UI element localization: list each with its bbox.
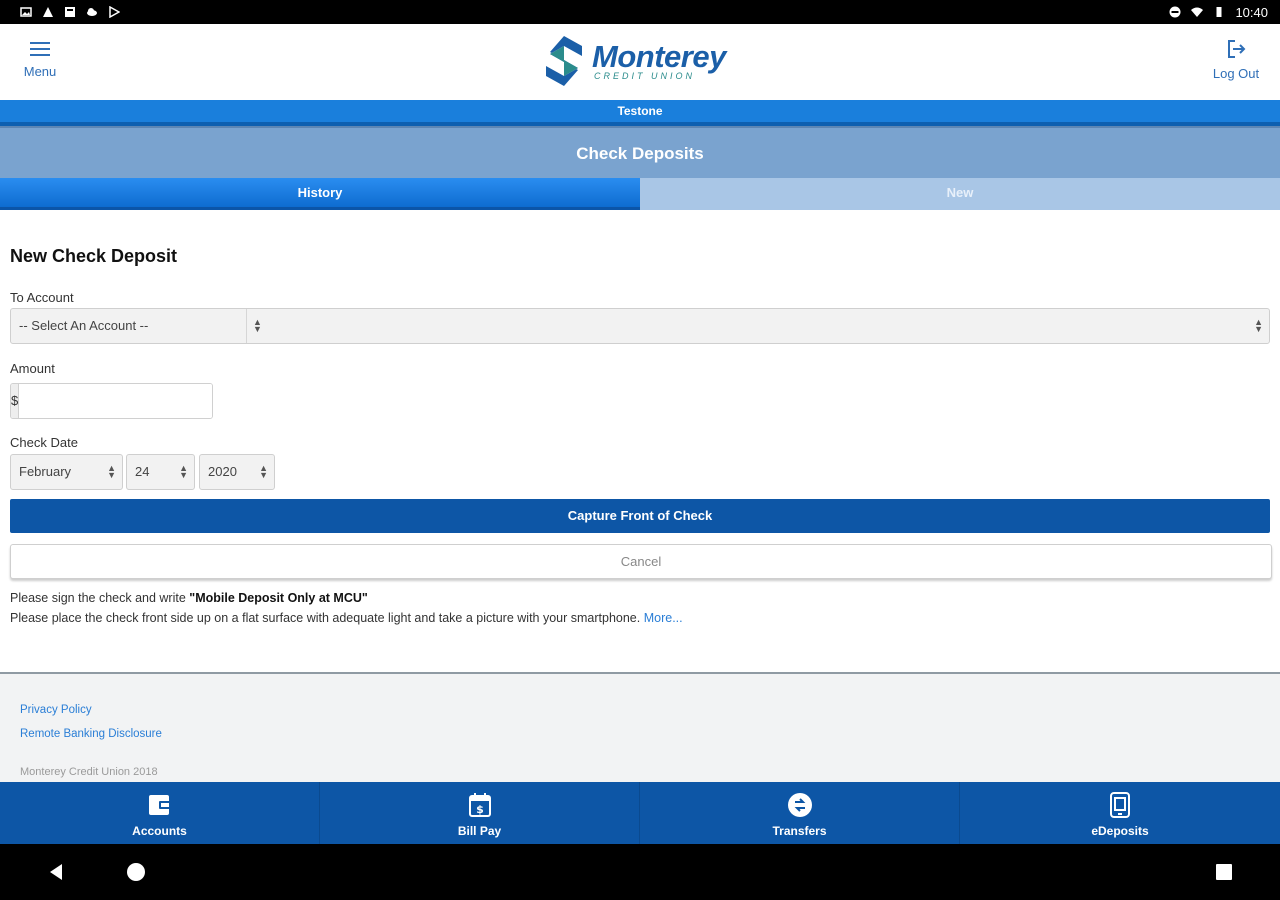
monterey-logo-icon <box>546 36 582 86</box>
back-icon[interactable] <box>46 862 66 882</box>
recents-icon[interactable] <box>1214 862 1234 882</box>
privacy-policy-link[interactable]: Privacy Policy <box>20 704 92 716</box>
logout-button[interactable]: Log Out <box>1210 38 1262 81</box>
page-title: Check Deposits <box>0 126 1280 178</box>
wallet-icon <box>149 795 171 815</box>
year-value: 2020 <box>208 464 237 479</box>
instruction-photo: Please place the check front side up on … <box>10 611 683 625</box>
month-select[interactable]: February ▲ ▼ <box>10 454 123 490</box>
select-arrows-icon: ▲ ▼ <box>1254 317 1263 334</box>
warning-icon <box>43 7 53 17</box>
image-notification-icon <box>20 7 32 17</box>
tab-history[interactable]: History <box>0 178 640 210</box>
wifi-icon <box>1191 7 1204 17</box>
play-store-icon <box>109 6 120 18</box>
day-value: 24 <box>135 464 150 479</box>
year-select[interactable]: 2020 ▲ ▼ <box>199 454 275 490</box>
logo-subtitle: CREDIT UNION <box>594 71 695 81</box>
bottom-nav: Accounts $ Bill Pay Transfers eDeposits <box>0 782 1280 844</box>
month-value: February <box>19 464 72 479</box>
nav-bill-pay-label: Bill Pay <box>457 824 502 838</box>
nav-bill-pay[interactable]: $ Bill Pay <box>320 782 640 844</box>
home-icon[interactable] <box>126 862 146 882</box>
select-arrows-icon: ▲ ▼ <box>259 463 268 480</box>
menu-button[interactable]: Menu <box>18 42 62 79</box>
mobile-deposit-icon <box>1110 792 1130 818</box>
system-icons: 10:40 <box>1169 5 1268 20</box>
remote-banking-disclosure-link[interactable]: Remote Banking Disclosure <box>20 728 162 740</box>
select-arrows-icon: ▲ ▼ <box>179 463 188 480</box>
amount-label: Amount <box>10 361 55 376</box>
nav-edeposits[interactable]: eDeposits <box>960 782 1280 844</box>
news-icon <box>65 7 75 17</box>
form-title: New Check Deposit <box>10 246 178 266</box>
account-select-value: -- Select An Account -- <box>11 309 247 343</box>
account-label: To Account <box>10 290 74 305</box>
clock: 10:40 <box>1235 4 1268 20</box>
nav-accounts-label: Accounts <box>132 824 187 838</box>
user-name-bar: Testone <box>0 100 1280 126</box>
account-select-spacer: ▲ ▼ ▲ ▼ <box>247 309 1269 343</box>
select-arrows-icon: ▲ ▼ <box>253 317 262 334</box>
instruction-endorsement: "Mobile Deposit Only at MCU" <box>189 591 368 605</box>
select-arrows-icon: ▲ ▼ <box>107 463 116 480</box>
more-link[interactable]: More... <box>644 611 683 625</box>
copyright: Monterey Credit Union 2018 <box>20 766 158 778</box>
nav-accounts[interactable]: Accounts <box>0 782 320 844</box>
tab-new[interactable]: New <box>640 178 1280 210</box>
check-date-label: Check Date <box>10 435 78 450</box>
instruction-photo-text: Please place the check front side up on … <box>10 611 641 625</box>
instruction-sign-text: Please sign the check and write <box>10 591 190 605</box>
nav-transfers-label: Transfers <box>772 824 827 838</box>
logout-label: Log Out <box>1212 66 1260 81</box>
account-select[interactable]: -- Select An Account -- ▲ ▼ ▲ ▼ <box>10 308 1270 344</box>
menu-label: Menu <box>23 64 57 79</box>
day-select[interactable]: 24 ▲ ▼ <box>126 454 195 490</box>
logo: Monterey CREDIT UNION <box>542 34 726 88</box>
do-not-disturb-icon <box>1169 6 1181 18</box>
svg-text:$: $ <box>476 803 484 816</box>
nav-edeposits-label: eDeposits <box>1091 824 1149 838</box>
bill-calendar-icon: $ <box>469 793 491 817</box>
tab-bar: History New <box>0 178 1280 210</box>
instruction-sign: Please sign the check and write "Mobile … <box>10 591 368 605</box>
amount-input[interactable] <box>19 384 212 418</box>
app-header: Menu Monterey CREDIT UNION Log Out <box>0 24 1280 100</box>
amount-field-group: $ <box>10 383 213 419</box>
nav-transfers[interactable]: Transfers <box>640 782 960 844</box>
footer: Privacy Policy Remote Banking Disclosure… <box>0 672 1280 782</box>
notification-icons <box>20 6 120 18</box>
currency-addon: $ <box>11 384 20 418</box>
logo-title: Monterey <box>592 39 726 74</box>
transfer-icon <box>788 793 812 817</box>
logout-icon <box>1228 40 1246 58</box>
hamburger-icon <box>30 42 50 56</box>
android-nav-bar <box>0 844 1280 900</box>
capture-front-button[interactable]: Capture Front of Check <box>10 499 1270 533</box>
cancel-button[interactable]: Cancel <box>10 544 1272 579</box>
cloud-icon <box>87 8 97 16</box>
status-bar: 10:40 <box>0 0 1280 24</box>
battery-icon <box>1216 7 1222 17</box>
